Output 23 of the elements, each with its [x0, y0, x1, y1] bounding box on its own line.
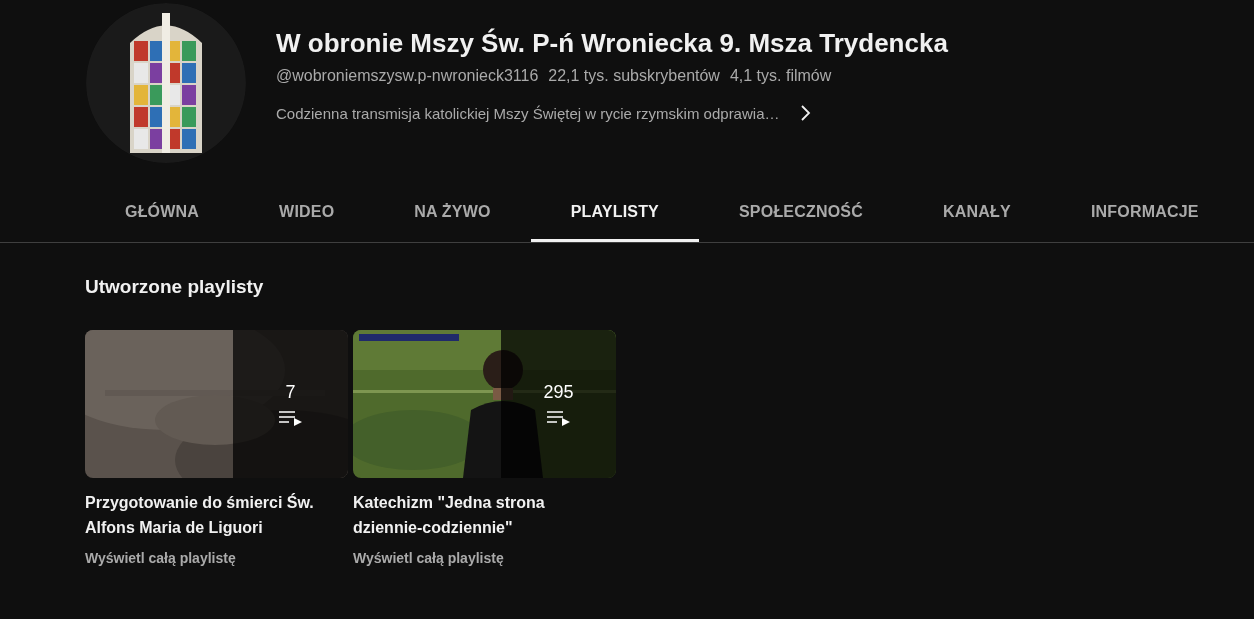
- playlist-thumbnail[interactable]: 7: [85, 330, 348, 478]
- playlist-icon: [545, 408, 572, 427]
- channel-tab[interactable]: PLAYLISTY: [530, 185, 699, 242]
- playlist-title[interactable]: Przygotowanie do śmierci Św. Alfons Maria de Liguori: [85, 490, 348, 540]
- channel-description[interactable]: Codzienna transmisja katolickiej Mszy Świętej w rycie rzymskim odprawia…: [276, 104, 780, 122]
- channel-tab[interactable]: SPOŁECZNOŚĆ: [699, 185, 903, 242]
- subscriber-count: 22,1 tys. subskrybentów: [548, 67, 720, 85]
- channel-tab[interactable]: WIDEO: [239, 185, 375, 242]
- channel-handle: @wobroniemszysw.p-nwronieck3116: [276, 67, 539, 85]
- playlist-thumbnail[interactable]: 295: [353, 330, 616, 478]
- channel-tab[interactable]: INFORMACJE: [1050, 185, 1239, 242]
- playlist-icon: [277, 408, 304, 427]
- video-count: 4,1 tys. filmów: [729, 67, 832, 85]
- view-playlist-link[interactable]: Wyświetl całą playlistę: [85, 550, 236, 566]
- video-count: 7: [285, 381, 296, 403]
- channel-tab[interactable]: NA ŻYWO: [374, 185, 531, 242]
- channel-tab[interactable]: KANAŁY: [903, 185, 1051, 242]
- playlist-title[interactable]: Katechizm "Jedna strona dziennie-codziennie": [353, 490, 616, 540]
- channel-tab[interactable]: GŁÓWNA: [85, 185, 240, 242]
- section-title: Utworzone playlisty: [85, 276, 265, 298]
- channel-title: W obronie Mszy Św. P-ń Wroniecka 9. Msza Trydencka: [276, 27, 948, 59]
- video-count: 295: [543, 381, 574, 403]
- view-playlist-link[interactable]: Wyświetl całą playlistę: [353, 550, 504, 566]
